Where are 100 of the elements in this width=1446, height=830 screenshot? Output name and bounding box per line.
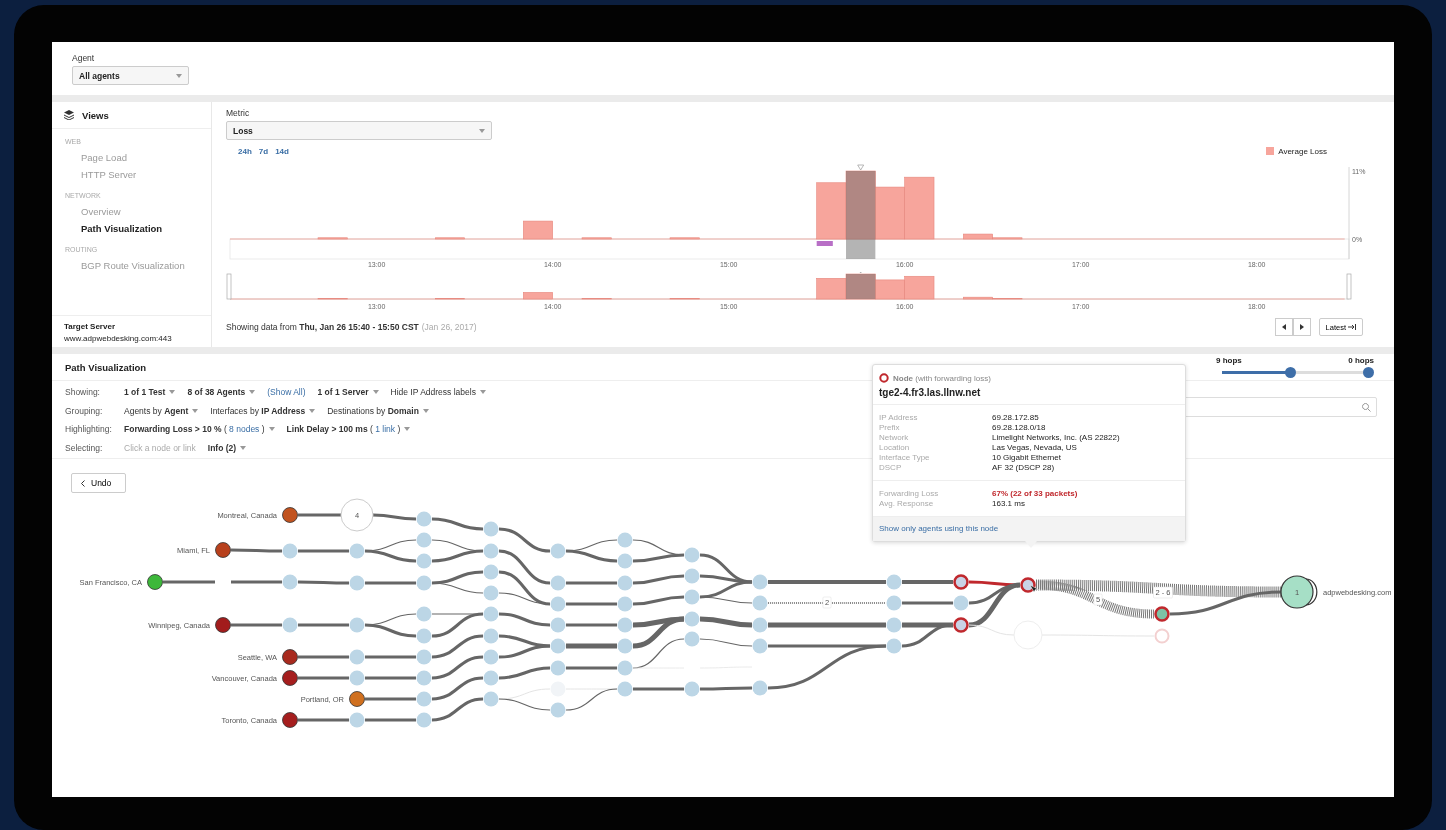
- path-link[interactable]: [768, 644, 886, 648]
- loss-node[interactable]: [953, 617, 969, 633]
- path-link[interactable]: [566, 602, 617, 606]
- path-link[interactable]: [431, 655, 484, 680]
- path-link[interactable]: [699, 616, 753, 628]
- hop-node[interactable]: [550, 702, 566, 718]
- path-link[interactable]: [902, 601, 953, 605]
- path-link[interactable]: [902, 622, 953, 628]
- hop-node[interactable]: [483, 521, 499, 537]
- hop-node[interactable]: [416, 670, 432, 686]
- hop-node[interactable]: [684, 631, 700, 647]
- hop-node[interactable]: [886, 574, 902, 590]
- path-link[interactable]: [431, 676, 484, 701]
- range-link[interactable]: 24h: [238, 146, 252, 156]
- path-link[interactable]: [431, 570, 484, 585]
- path-link[interactable]: [231, 548, 282, 553]
- hop-node[interactable]: [752, 574, 768, 590]
- hop-node[interactable]: [684, 589, 700, 605]
- path-link[interactable]: [431, 549, 484, 563]
- agent-node[interactable]: [282, 670, 298, 686]
- hop-node[interactable]: [550, 596, 566, 612]
- hop-node[interactable]: [416, 511, 432, 527]
- hop-node[interactable]: [550, 660, 566, 676]
- agent-node[interactable]: [282, 712, 298, 728]
- loss-node[interactable]: [953, 574, 969, 590]
- hop-node[interactable]: [282, 543, 298, 559]
- hop-node[interactable]: [416, 649, 432, 665]
- path-link[interactable]: [565, 549, 618, 563]
- hop-node[interactable]: [550, 575, 566, 591]
- nav-item[interactable]: Path Visualization: [81, 220, 163, 237]
- hop-node[interactable]: [349, 575, 365, 591]
- hop-node[interactable]: [483, 543, 499, 559]
- agent-dropdown[interactable]: All agents: [72, 66, 189, 85]
- hop-node[interactable]: [752, 617, 768, 633]
- hop-node[interactable]: [550, 638, 566, 654]
- filter-link[interactable]: (Show All): [267, 387, 306, 398]
- hop-node[interactable]: [550, 543, 566, 559]
- path-link[interactable]: [498, 592, 551, 605]
- previous-button[interactable]: [1274, 318, 1293, 336]
- path-link[interactable]: [498, 549, 551, 585]
- hop-node[interactable]: [416, 575, 432, 591]
- hop-node[interactable]: [349, 649, 365, 665]
- path-link[interactable]: [298, 549, 349, 553]
- hop-node[interactable]: [617, 575, 633, 591]
- path-link[interactable]: [364, 549, 417, 563]
- hop-node[interactable]: [752, 595, 768, 611]
- agent-node[interactable]: [349, 691, 365, 707]
- path-link[interactable]: [431, 612, 484, 638]
- path-link[interactable]: [632, 574, 685, 585]
- hop-node[interactable]: [886, 638, 902, 654]
- agent-node[interactable]: [282, 507, 298, 523]
- filter-link[interactable]: 8 nodes: [226, 424, 262, 435]
- path-link[interactable]: [699, 638, 753, 647]
- hop-node[interactable]: [349, 617, 365, 633]
- filter-link[interactable]: 1 link: [372, 424, 398, 435]
- path-link[interactable]: [1036, 579, 1281, 598]
- hop-node[interactable]: [416, 628, 432, 644]
- path-link[interactable]: [431, 697, 484, 722]
- hop-node[interactable]: [483, 585, 499, 601]
- range-link[interactable]: 7d: [258, 146, 269, 156]
- path-link[interactable]: [498, 698, 551, 711]
- path-link[interactable]: [431, 517, 484, 531]
- hop-node[interactable]: [483, 649, 499, 665]
- hop-node[interactable]: [349, 543, 365, 559]
- path-link[interactable]: [565, 688, 618, 711]
- range-handle[interactable]: [226, 273, 232, 300]
- path-link[interactable]: [498, 612, 551, 627]
- undo-button[interactable]: Undo: [71, 473, 126, 493]
- hop-node[interactable]: [617, 638, 633, 654]
- agent-node[interactable]: [282, 649, 298, 665]
- hop-node[interactable]: [617, 553, 633, 569]
- filter-dropdown[interactable]: Interfaces by IP Address: [210, 405, 316, 416]
- path-link[interactable]: [699, 596, 753, 604]
- path-link[interactable]: [699, 574, 753, 584]
- path-link[interactable]: [767, 602, 887, 604]
- path-link[interactable]: [372, 513, 417, 521]
- hop-node[interactable]: [617, 681, 633, 697]
- hop-node[interactable]: [886, 617, 902, 633]
- hop-node[interactable]: [752, 680, 768, 696]
- hop-node[interactable]: [349, 670, 365, 686]
- metric-dropdown[interactable]: Loss: [226, 121, 492, 140]
- hop-node[interactable]: [886, 595, 902, 611]
- hop-node[interactable]: [349, 712, 365, 728]
- hop-node[interactable]: [684, 681, 700, 697]
- hop-node[interactable]: [483, 564, 499, 580]
- path-link[interactable]: [968, 582, 1021, 628]
- path-link[interactable]: [566, 643, 617, 649]
- hop-node[interactable]: [684, 547, 700, 563]
- hop-node[interactable]: [416, 553, 432, 569]
- hop-node[interactable]: [282, 574, 298, 590]
- tooltip-link[interactable]: Show only agents using this node: [879, 524, 999, 533]
- agent-node[interactable]: [147, 574, 163, 590]
- path-link[interactable]: [365, 718, 416, 722]
- hop-node[interactable]: [282, 617, 298, 633]
- hop-node[interactable]: [550, 617, 566, 633]
- path-link[interactable]: [566, 581, 617, 585]
- filter-dropdown[interactable]: Destinations by Domain: [327, 405, 429, 416]
- filter-dropdown[interactable]: 8 of 38 Agents: [187, 387, 256, 398]
- hop-node[interactable]: [752, 638, 768, 654]
- hop-node[interactable]: [617, 660, 633, 676]
